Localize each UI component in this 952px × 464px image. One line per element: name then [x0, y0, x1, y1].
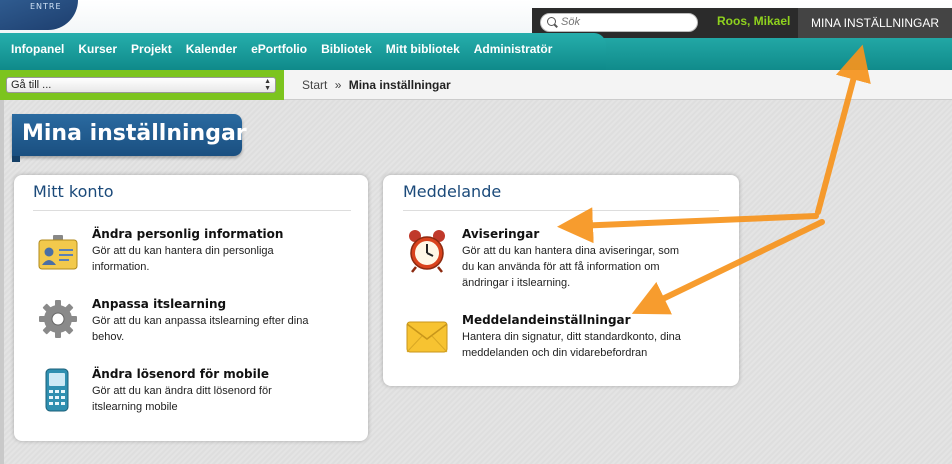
desc-line: information.	[92, 261, 150, 273]
customize-itslearning-desc: Gör att du kan anpassa itslearning efter…	[92, 313, 308, 345]
mobile-phone-icon	[45, 368, 69, 412]
nav-item-administrator[interactable]: Administratör	[474, 42, 553, 56]
meddelande-heading: Meddelande	[403, 182, 502, 201]
change-personal-info-link[interactable]: Ändra personlig information	[92, 227, 283, 241]
my-settings-link[interactable]: MINA INSTÄLLNINGAR	[798, 8, 952, 38]
main-nav-items: Infopanel Kurser Projekt Kalender ePortf…	[11, 42, 566, 56]
left-edge	[0, 100, 4, 464]
change-personal-info-desc: Gör att du kan hantera din personliga in…	[92, 243, 274, 275]
desc-line: Gör att du kan ändra ditt lösenord för	[92, 385, 272, 397]
desc-line: behov.	[92, 331, 125, 343]
desc-line: meddelanden och din vidarebefordran	[462, 347, 648, 359]
message-settings-desc: Hantera din signatur, ditt standardkonto…	[462, 329, 681, 361]
change-mobile-password-desc: Gör att du kan ändra ditt lösenord för i…	[92, 383, 272, 415]
goto-select-value: Gå till ...	[11, 79, 52, 91]
desc-line: Gör att du kan anpassa itslearning efter…	[92, 315, 309, 327]
nav-item-eportfolio[interactable]: ePortfolio	[251, 42, 307, 56]
id-card-icon	[38, 235, 78, 270]
breadcrumb-start[interactable]: Start	[302, 78, 327, 92]
search-input[interactable]	[561, 16, 691, 28]
message-settings-link[interactable]: Meddelandeinställningar	[462, 313, 631, 327]
nav-item-bibliotek[interactable]: Bibliotek	[321, 42, 372, 56]
alarm-clock-icon	[409, 230, 445, 273]
desc-line: Gör att du kan hantera din personliga	[92, 245, 274, 257]
page-title-tab-fold	[12, 156, 20, 162]
customize-itslearning-link[interactable]: Anpassa itslearning	[92, 297, 226, 311]
user-name-link[interactable]: Roos, Mikael	[717, 14, 790, 28]
nav-item-kurser[interactable]: Kurser	[78, 42, 117, 56]
select-arrows-icon: ▲ ▼	[264, 78, 271, 92]
nav-item-infopanel[interactable]: Infopanel	[11, 42, 64, 56]
nav-item-mitt-bibliotek[interactable]: Mitt bibliotek	[386, 42, 460, 56]
breadcrumb: Start » Mina inställningar	[302, 78, 451, 92]
search-box[interactable]	[540, 13, 698, 32]
mitt-konto-heading: Mitt konto	[33, 182, 114, 201]
meddelande-divider	[403, 210, 719, 211]
goto-select[interactable]: Gå till ... ▲ ▼	[6, 77, 276, 93]
notifications-link[interactable]: Aviseringar	[462, 227, 539, 241]
desc-line: Gör att du kan hantera dina aviseringar,…	[462, 245, 680, 257]
gear-icon	[39, 300, 77, 338]
search-icon	[547, 17, 556, 26]
envelope-icon	[406, 321, 448, 353]
nav-item-projekt[interactable]: Projekt	[131, 42, 172, 56]
nav-item-kalender[interactable]: Kalender	[186, 42, 237, 56]
mitt-konto-divider	[33, 210, 351, 211]
notifications-desc: Gör att du kan hantera dina aviseringar,…	[462, 243, 679, 291]
breadcrumb-current: Mina inställningar	[348, 78, 451, 92]
page-title: Mina inställningar	[22, 121, 247, 146]
change-mobile-password-link[interactable]: Ändra lösenord för mobile	[92, 367, 269, 381]
desc-line: Hantera din signatur, ditt standardkonto…	[462, 331, 681, 343]
breadcrumb-separator: »	[334, 78, 342, 92]
desc-line: ändringar i itslearning.	[462, 277, 571, 289]
desc-line: du kan använda för att få information om	[462, 261, 660, 273]
desc-line: itslearning mobile	[92, 401, 178, 413]
